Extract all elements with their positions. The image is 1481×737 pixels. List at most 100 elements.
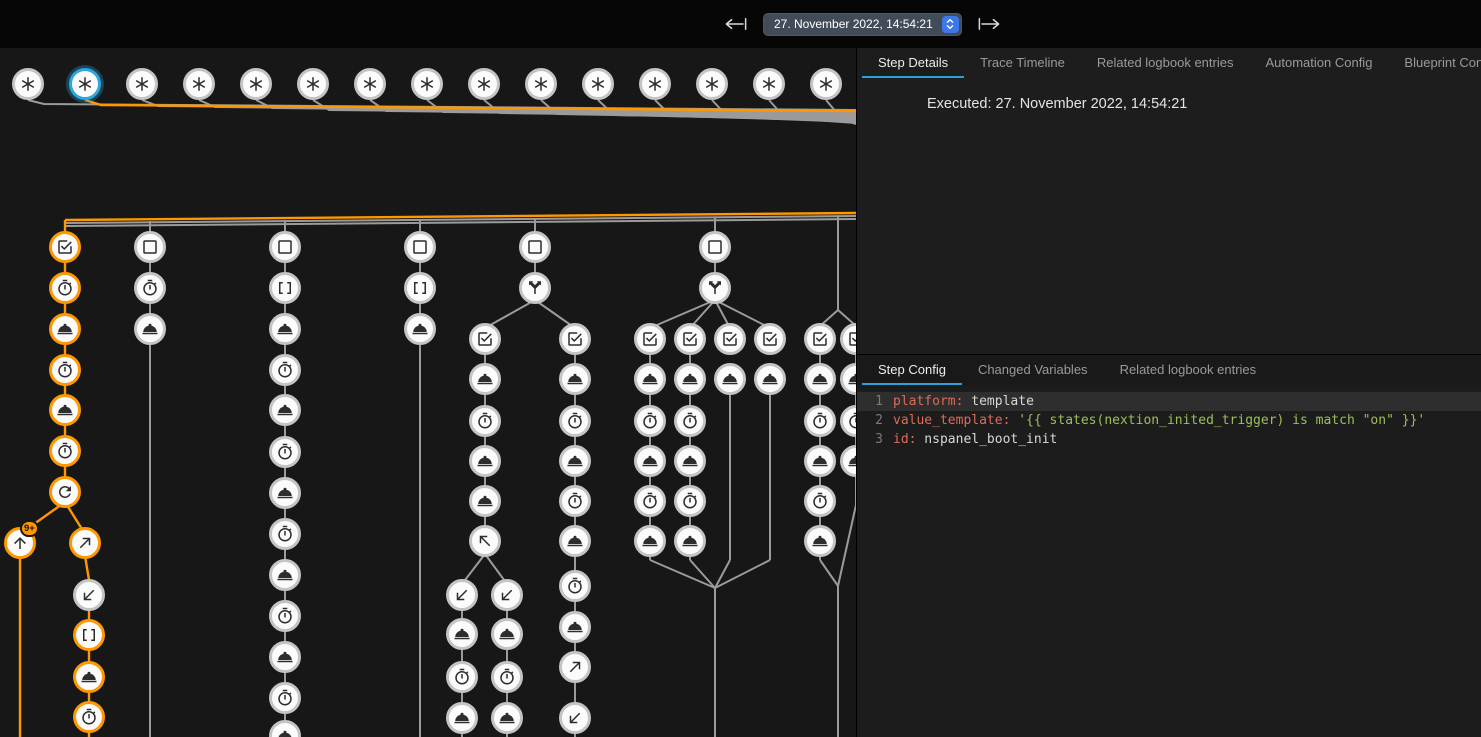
- tab-step-config[interactable]: Step Config: [862, 355, 962, 385]
- node-timer[interactable]: [269, 354, 301, 386]
- node-timer[interactable]: [559, 405, 591, 437]
- node-service[interactable]: [269, 394, 301, 426]
- node-timer[interactable]: [49, 272, 81, 304]
- node-split[interactable]: [699, 272, 731, 304]
- node-timer[interactable]: [49, 354, 81, 386]
- node-service[interactable]: [491, 702, 523, 734]
- node-timer[interactable]: [269, 518, 301, 550]
- node-service[interactable]: [49, 313, 81, 345]
- node-arrow-down-left[interactable]: [559, 702, 591, 734]
- node-timer[interactable]: [269, 436, 301, 468]
- trace-select[interactable]: 27. November 2022, 14:54:21: [763, 13, 962, 36]
- node-refresh[interactable]: [49, 476, 81, 508]
- node-square[interactable]: [269, 231, 301, 263]
- node-timer[interactable]: [804, 485, 836, 517]
- node-service[interactable]: [269, 313, 301, 345]
- node-timer[interactable]: [559, 570, 591, 602]
- node-service[interactable]: [269, 477, 301, 509]
- node-checkbox[interactable]: [754, 323, 786, 355]
- node-service[interactable]: [804, 445, 836, 477]
- node-brackets[interactable]: [269, 272, 301, 304]
- node-checkbox[interactable]: [49, 231, 81, 263]
- node-timer[interactable]: [269, 682, 301, 714]
- node-timer[interactable]: [134, 272, 166, 304]
- node-timer[interactable]: [491, 661, 523, 693]
- node-arrow-up-right[interactable]: [69, 527, 101, 559]
- node-timer[interactable]: [469, 405, 501, 437]
- node-service[interactable]: [804, 525, 836, 557]
- node-service[interactable]: [446, 702, 478, 734]
- node-service[interactable]: [804, 363, 836, 395]
- node-square[interactable]: [404, 231, 436, 263]
- node-arrow-up[interactable]: 9+: [4, 527, 36, 559]
- node-arrow-up-right[interactable]: [559, 651, 591, 683]
- node-timer[interactable]: [49, 435, 81, 467]
- node-asterisk[interactable]: [582, 68, 614, 100]
- node-service[interactable]: [446, 618, 478, 650]
- node-timer[interactable]: [73, 701, 105, 733]
- tab-related-logbook-entries[interactable]: Related logbook entries: [1081, 48, 1250, 78]
- node-asterisk[interactable]: [411, 68, 443, 100]
- node-arrow-down-left[interactable]: [491, 579, 523, 611]
- node-service[interactable]: [469, 485, 501, 517]
- node-timer[interactable]: [634, 405, 666, 437]
- next-trace-button[interactable]: [975, 15, 1003, 33]
- node-timer[interactable]: [559, 485, 591, 517]
- node-asterisk[interactable]: [240, 68, 272, 100]
- node-checkbox[interactable]: [634, 323, 666, 355]
- node-service[interactable]: [469, 363, 501, 395]
- node-timer[interactable]: [269, 600, 301, 632]
- node-arrow-down-left[interactable]: [446, 579, 478, 611]
- node-service[interactable]: [634, 445, 666, 477]
- node-service[interactable]: [634, 525, 666, 557]
- node-timer[interactable]: [804, 405, 836, 437]
- node-service[interactable]: [491, 618, 523, 650]
- tab-automation-config[interactable]: Automation Config: [1249, 48, 1388, 78]
- node-service[interactable]: [559, 445, 591, 477]
- node-service[interactable]: [674, 445, 706, 477]
- node-service[interactable]: [714, 363, 746, 395]
- tab-blueprint-config[interactable]: Blueprint Config: [1388, 48, 1481, 78]
- node-split[interactable]: [519, 272, 551, 304]
- node-brackets[interactable]: [73, 619, 105, 651]
- node-asterisk[interactable]: [12, 68, 44, 100]
- node-service[interactable]: [674, 525, 706, 557]
- node-checkbox[interactable]: [559, 323, 591, 355]
- node-service[interactable]: [674, 363, 706, 395]
- node-arrow-up-left[interactable]: [469, 525, 501, 557]
- node-asterisk[interactable]: [354, 68, 386, 100]
- node-timer[interactable]: [634, 485, 666, 517]
- node-asterisk[interactable]: [183, 68, 215, 100]
- node-timer[interactable]: [674, 485, 706, 517]
- node-square[interactable]: [519, 231, 551, 263]
- node-arrow-down-left[interactable]: [73, 579, 105, 611]
- node-asterisk[interactable]: [525, 68, 557, 100]
- node-checkbox[interactable]: [804, 323, 836, 355]
- node-square[interactable]: [134, 231, 166, 263]
- node-timer[interactable]: [446, 661, 478, 693]
- code-editor[interactable]: 1platform: template2value_template: '{{ …: [857, 385, 1481, 737]
- node-service[interactable]: [559, 611, 591, 643]
- tab-trace-timeline[interactable]: Trace Timeline: [964, 48, 1081, 78]
- node-service[interactable]: [269, 559, 301, 591]
- tab-step-details[interactable]: Step Details: [862, 48, 964, 78]
- node-service[interactable]: [49, 394, 81, 426]
- node-asterisk[interactable]: [468, 68, 500, 100]
- node-checkbox[interactable]: [674, 323, 706, 355]
- trace-graph[interactable]: 9+: [0, 0, 856, 737]
- node-service[interactable]: [469, 445, 501, 477]
- node-service[interactable]: [559, 363, 591, 395]
- node-asterisk[interactable]: [297, 68, 329, 100]
- node-service[interactable]: [269, 641, 301, 673]
- node-service[interactable]: [73, 661, 105, 693]
- previous-trace-button[interactable]: [722, 15, 750, 33]
- node-asterisk[interactable]: [696, 68, 728, 100]
- node-square[interactable]: [699, 231, 731, 263]
- node-asterisk[interactable]: [810, 68, 842, 100]
- tab-related-logbook-entries[interactable]: Related logbook entries: [1104, 355, 1273, 385]
- node-service[interactable]: [634, 363, 666, 395]
- node-asterisk[interactable]: [639, 68, 671, 100]
- node-asterisk[interactable]: [69, 68, 101, 100]
- node-asterisk[interactable]: [126, 68, 158, 100]
- node-timer[interactable]: [674, 405, 706, 437]
